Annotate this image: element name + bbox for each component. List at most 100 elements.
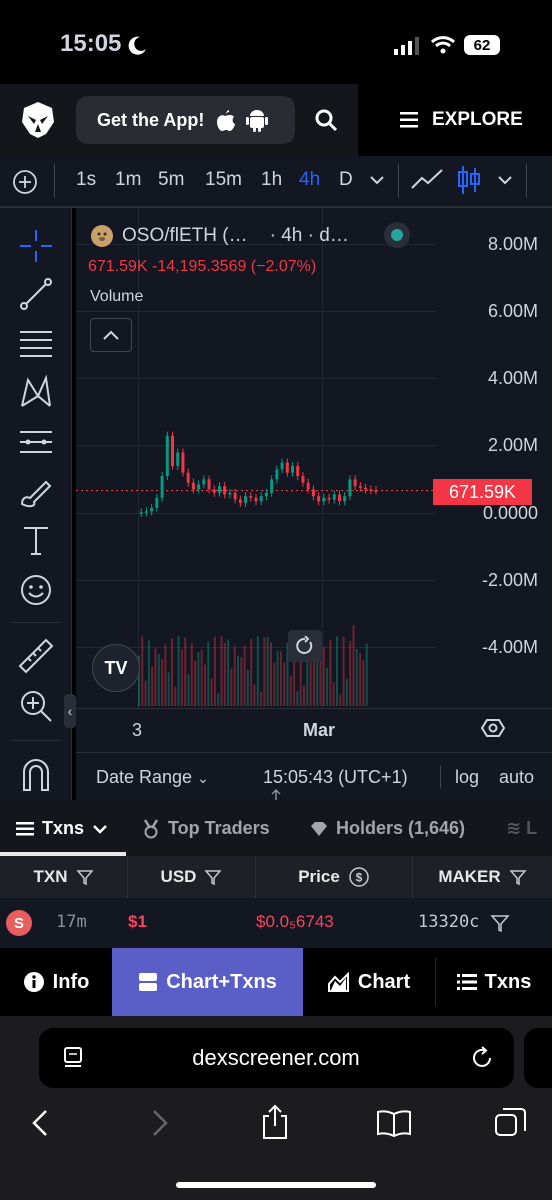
fib-retracement-icon[interactable] xyxy=(16,322,56,362)
market-status-indicator[interactable] xyxy=(384,222,410,248)
candles-icon[interactable] xyxy=(456,164,482,196)
column-txn[interactable]: TXN xyxy=(0,856,128,898)
y-tick-label: 2.00M xyxy=(487,435,538,455)
chart-legend-symbol[interactable]: OSO/flETH (… · 4h · d… xyxy=(90,224,349,248)
candle xyxy=(264,492,268,497)
chart-type-chevron-icon[interactable] xyxy=(496,173,514,187)
battery-indicator: 62 xyxy=(464,35,500,55)
volume-bar xyxy=(266,636,269,706)
nav-chart-label: Chart xyxy=(357,970,411,993)
candle xyxy=(217,486,221,493)
volume-bar xyxy=(332,682,335,706)
line-chart-type-icon[interactable] xyxy=(410,166,444,194)
y-tick-label: 8.00M xyxy=(487,234,538,254)
chevron-down-icon[interactable] xyxy=(368,173,386,187)
back-icon[interactable] xyxy=(28,1108,52,1138)
volume-bar xyxy=(151,666,154,706)
get-app-button[interactable]: Get the App! xyxy=(76,96,295,144)
prediction-icon[interactable] xyxy=(16,422,56,462)
interval-4h[interactable]: 4h xyxy=(299,169,320,191)
collapse-legend-button[interactable] xyxy=(90,318,132,352)
volume-bar xyxy=(303,685,305,706)
volume-bar xyxy=(207,641,210,706)
filter-icon xyxy=(75,870,94,886)
x-tick-label: Mar xyxy=(303,720,336,740)
add-symbol-icon[interactable] xyxy=(12,169,38,195)
brush-icon[interactable] xyxy=(16,472,56,512)
market-open-dot xyxy=(391,229,403,241)
text-tool-icon[interactable] xyxy=(16,520,56,560)
list-icon xyxy=(16,821,34,835)
bookmarks-icon[interactable] xyxy=(376,1108,412,1138)
log-scale-toggle[interactable]: log xyxy=(455,767,479,788)
column-usd[interactable]: USD xyxy=(128,856,256,898)
candle xyxy=(317,496,321,502)
wifi-icon xyxy=(430,36,456,54)
sell-badge: S xyxy=(6,910,32,936)
list-icon xyxy=(456,974,477,990)
magnet-icon[interactable] xyxy=(16,754,56,794)
tradingview-logo-icon[interactable]: TV xyxy=(92,644,140,692)
candle xyxy=(212,489,216,493)
interval-1m[interactable]: 1m xyxy=(115,169,141,191)
trend-line-icon[interactable] xyxy=(16,274,56,314)
volume-bar xyxy=(246,669,249,706)
interval-d[interactable]: D xyxy=(339,169,353,191)
volume-bar xyxy=(157,654,160,706)
nav-chart-button[interactable]: Chart xyxy=(303,948,435,1016)
forward-icon[interactable] xyxy=(148,1108,172,1138)
pattern-icon[interactable] xyxy=(16,372,56,412)
tab-holders[interactable]: Holders (1,646) xyxy=(310,818,465,839)
candle xyxy=(374,490,378,492)
candle xyxy=(306,482,310,490)
ruler-icon[interactable] xyxy=(16,636,56,676)
diamond-icon xyxy=(311,821,327,836)
volume-bar xyxy=(171,638,173,706)
volume-bar xyxy=(352,624,355,706)
column-price[interactable]: Price $ xyxy=(256,856,413,898)
interval-5m[interactable]: 5m xyxy=(158,169,184,191)
candle xyxy=(337,494,341,502)
volume-bar xyxy=(276,650,279,706)
volume-bar xyxy=(213,636,216,706)
reset-chart-button[interactable] xyxy=(288,630,322,662)
maker-filter-icon[interactable] xyxy=(490,913,510,933)
volume-bar xyxy=(217,693,220,706)
tab-txns[interactable]: Txns xyxy=(16,818,108,839)
date-range-button[interactable]: Date Range ⌄ xyxy=(96,767,209,788)
candle xyxy=(186,472,190,483)
auto-scale-toggle[interactable]: auto xyxy=(499,767,534,788)
txn-maker[interactable]: 13320c xyxy=(418,912,479,932)
tab-top-traders[interactable]: Top Traders xyxy=(142,818,270,839)
collapse-tools-handle[interactable]: ‹ xyxy=(64,694,76,728)
nav-info-button[interactable]: Info xyxy=(0,948,112,1016)
chart-price-line: 671.59K -14,195.3569 (−2.07%) xyxy=(88,258,317,275)
medal-icon xyxy=(143,818,159,838)
zoom-in-icon[interactable] xyxy=(16,686,56,726)
toolbar-divider xyxy=(526,164,527,198)
chart-settings-icon[interactable] xyxy=(481,716,505,740)
volume-bar xyxy=(190,643,193,706)
dexscreener-logo-icon[interactable] xyxy=(18,100,58,140)
interval-1h[interactable]: 1h xyxy=(261,169,282,191)
tab-liquidity-partial[interactable]: ≋ L xyxy=(506,818,537,839)
emoji-icon[interactable] xyxy=(16,570,56,610)
chart-clock: 15:05:43 (UTC+1) xyxy=(263,767,408,787)
nav-chart-txns-button[interactable]: Chart+Txns xyxy=(112,948,303,1016)
interval-15m[interactable]: 15m xyxy=(205,169,242,191)
candle xyxy=(291,465,295,473)
interval-1s[interactable]: 1s xyxy=(76,169,96,191)
reload-icon[interactable] xyxy=(470,1045,496,1071)
crosshair-icon[interactable] xyxy=(16,226,56,266)
search-icon[interactable] xyxy=(314,108,338,132)
nav-txns-button[interactable]: Txns xyxy=(436,948,552,1016)
candle xyxy=(332,494,336,500)
tabs-icon[interactable] xyxy=(494,1106,528,1140)
home-indicator xyxy=(176,1182,376,1188)
share-icon[interactable] xyxy=(260,1104,290,1140)
explore-button[interactable]: EXPLORE xyxy=(358,84,552,156)
tab-txns-label: Txns xyxy=(42,818,85,838)
column-maker[interactable]: MAKER xyxy=(413,856,552,898)
candle xyxy=(238,499,242,503)
chart-symbol: OSO/flETH (… xyxy=(122,225,248,246)
